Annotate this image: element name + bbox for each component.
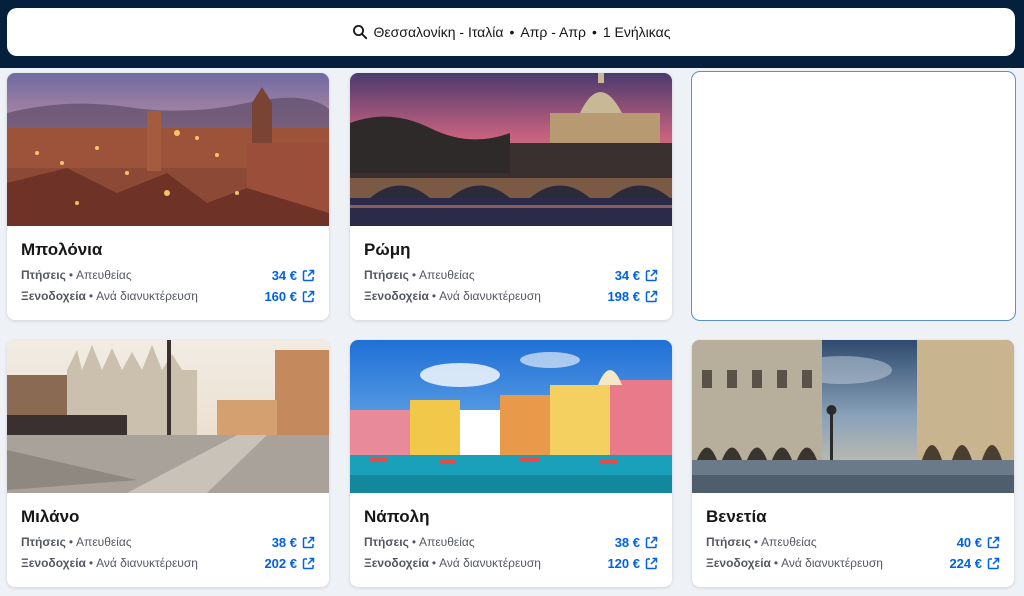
flights-price: 38 €: [614, 534, 640, 550]
separator: •: [773, 556, 779, 570]
flights-label: Πτήσεις: [21, 535, 66, 549]
flights-detail: Απευθείας: [76, 268, 132, 282]
destination-photo: [7, 73, 329, 226]
external-link-icon: [302, 536, 315, 549]
flights-row: Πτήσεις • Απευθείας 40 €: [706, 533, 1000, 551]
destination-card-rome[interactable]: Ρώμη Πτήσεις • Απευθείας 34 € Ξενοδοχεία…: [350, 73, 672, 320]
city-name: Μπολόνια: [21, 240, 103, 259]
flights-price-link[interactable]: 40 €: [957, 535, 1000, 550]
hotels-price: 120 €: [607, 555, 640, 571]
search-separator: •: [591, 24, 597, 40]
external-link-icon: [302, 557, 315, 570]
flights-price-link[interactable]: 34 €: [615, 268, 658, 283]
destination-card-venice[interactable]: Βενετία Πτήσεις • Απευθείας 40 € Ξενοδοχ…: [692, 340, 1014, 587]
search-separator: •: [509, 24, 515, 40]
flights-detail: Απευθείας: [76, 535, 132, 549]
external-link-icon: [645, 536, 658, 549]
destination-card-bologna[interactable]: Μπολόνια Πτήσεις • Απευθείας 34 € Ξενοδο…: [7, 73, 329, 320]
hotels-label: Ξενοδοχεία: [706, 556, 771, 570]
flights-label: Πτήσεις: [364, 535, 409, 549]
external-link-icon: [645, 269, 658, 282]
hotels-price-link[interactable]: 224 €: [949, 556, 1000, 571]
hotels-row: Ξενοδοχεία • Ανά διανυκτέρευση 160 €: [21, 287, 315, 305]
destination-photo: [692, 340, 1014, 493]
flights-price: 40 €: [956, 534, 982, 550]
flights-price: 38 €: [271, 534, 297, 550]
separator: •: [753, 535, 759, 549]
hotels-detail: Ανά διανυκτέρευση: [781, 556, 883, 570]
city-name: Νάπολη: [364, 507, 430, 526]
destination-card-milan[interactable]: Μιλάνο Πτήσεις • Απευθείας 38 € Ξενοδοχε…: [7, 340, 329, 587]
destination-photo: [350, 73, 672, 226]
separator: •: [68, 268, 74, 282]
separator: •: [88, 289, 94, 303]
external-link-icon: [987, 536, 1000, 549]
flights-row: Πτήσεις • Απευθείας 38 €: [21, 533, 315, 551]
flights-price-link[interactable]: 38 €: [272, 535, 315, 550]
hotels-detail: Ανά διανυκτέρευση: [439, 289, 541, 303]
flights-row: Πτήσεις • Απευθείας 38 €: [364, 533, 658, 551]
external-link-icon: [645, 557, 658, 570]
separator: •: [431, 289, 437, 303]
hotels-label: Ξενοδοχεία: [364, 556, 429, 570]
hotels-price: 224 €: [949, 555, 982, 571]
flights-detail: Απευθείας: [419, 268, 475, 282]
city-name: Μιλάνο: [21, 507, 80, 526]
search-dates: Απρ - Απρ: [520, 24, 586, 40]
search-travellers: 1 Ενήλικας: [602, 24, 671, 40]
separator: •: [411, 535, 417, 549]
hotels-price-link[interactable]: 202 €: [264, 556, 315, 571]
hotels-detail: Ανά διανυκτέρευση: [439, 556, 541, 570]
hotels-detail: Ανά διανυκτέρευση: [96, 556, 198, 570]
search-destination: Θεσσαλονίκη - Ιταλία: [373, 24, 504, 40]
flights-price-link[interactable]: 34 €: [272, 268, 315, 283]
hotels-price-link[interactable]: 120 €: [607, 556, 658, 571]
external-link-icon: [302, 269, 315, 282]
hotels-row: Ξενοδοχεία • Ανά διανυκτέρευση 198 €: [364, 287, 658, 305]
city-name: Βενετία: [706, 507, 767, 526]
search-summary-button[interactable]: Θεσσαλονίκη - Ιταλία • Απρ - Απρ • 1 Ενή…: [7, 8, 1015, 56]
flights-detail: Απευθείας: [761, 535, 817, 549]
hotels-row: Ξενοδοχεία • Ανά διανυκτέρευση 120 €: [364, 554, 658, 572]
placeholder-card: [691, 71, 1016, 321]
flights-label: Πτήσεις: [364, 268, 409, 282]
hotels-row: Ξενοδοχεία • Ανά διανυκτέρευση 224 €: [706, 554, 1000, 572]
hotels-price-link[interactable]: 160 €: [264, 289, 315, 304]
search-icon: [352, 24, 368, 40]
flights-label: Πτήσεις: [21, 268, 66, 282]
flights-row: Πτήσεις • Απευθείας 34 €: [21, 266, 315, 284]
flights-label: Πτήσεις: [706, 535, 751, 549]
hotels-price-link[interactable]: 198 €: [607, 289, 658, 304]
hotels-label: Ξενοδοχεία: [21, 556, 86, 570]
hotels-label: Ξενοδοχεία: [21, 289, 86, 303]
hotels-label: Ξενοδοχεία: [364, 289, 429, 303]
separator: •: [68, 535, 74, 549]
external-link-icon: [987, 557, 1000, 570]
separator: •: [431, 556, 437, 570]
destination-photo: [7, 340, 329, 493]
flights-price: 34 €: [271, 267, 297, 283]
flights-price-link[interactable]: 38 €: [615, 535, 658, 550]
flights-detail: Απευθείας: [419, 535, 475, 549]
destination-card-naples[interactable]: Νάπολη Πτήσεις • Απευθείας 38 € Ξενοδοχε…: [350, 340, 672, 587]
header-bar: Θεσσαλονίκη - Ιταλία • Απρ - Απρ • 1 Ενή…: [0, 0, 1024, 68]
hotels-detail: Ανά διανυκτέρευση: [96, 289, 198, 303]
city-name: Ρώμη: [364, 240, 411, 259]
separator: •: [411, 268, 417, 282]
hotels-row: Ξενοδοχεία • Ανά διανυκτέρευση 202 €: [21, 554, 315, 572]
flights-price: 34 €: [614, 267, 640, 283]
hotels-price: 198 €: [607, 288, 640, 304]
flights-row: Πτήσεις • Απευθείας 34 €: [364, 266, 658, 284]
separator: •: [88, 556, 94, 570]
hotels-price: 160 €: [264, 288, 297, 304]
external-link-icon: [302, 290, 315, 303]
external-link-icon: [645, 290, 658, 303]
hotels-price: 202 €: [264, 555, 297, 571]
destination-photo: [350, 340, 672, 493]
